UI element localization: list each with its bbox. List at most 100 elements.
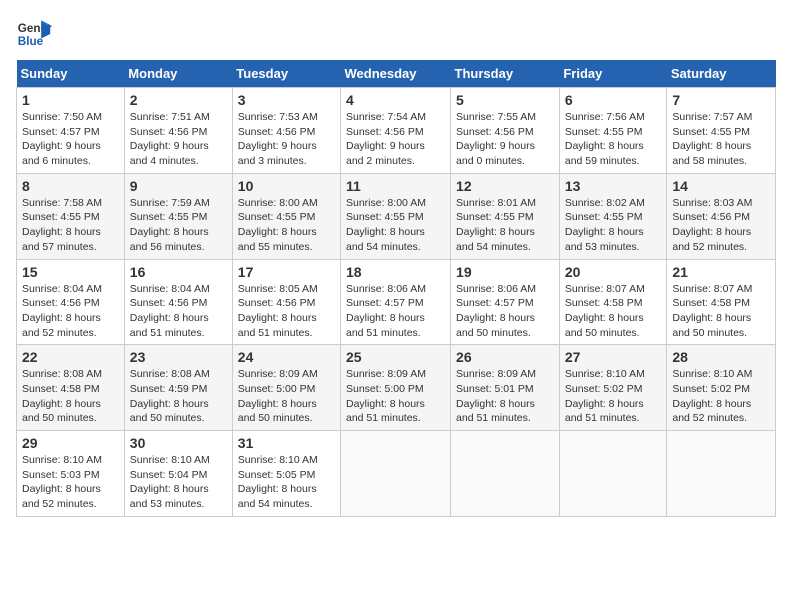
- calendar-cell: 27 Sunrise: 8:10 AMSunset: 5:02 PMDaylig…: [559, 345, 667, 431]
- day-number: 12: [456, 178, 554, 194]
- day-number: 18: [346, 264, 445, 280]
- calendar-week-row: 1 Sunrise: 7:50 AMSunset: 4:57 PMDayligh…: [17, 88, 776, 174]
- day-detail: Sunrise: 8:07 AMSunset: 4:58 PMDaylight:…: [672, 282, 770, 341]
- calendar-cell: [451, 431, 560, 517]
- logo: General Blue: [16, 16, 52, 52]
- day-number: 21: [672, 264, 770, 280]
- day-number: 2: [130, 92, 227, 108]
- day-detail: Sunrise: 8:10 AMSunset: 5:03 PMDaylight:…: [22, 453, 119, 512]
- calendar-cell: 20 Sunrise: 8:07 AMSunset: 4:58 PMDaylig…: [559, 259, 667, 345]
- day-detail: Sunrise: 7:55 AMSunset: 4:56 PMDaylight:…: [456, 110, 554, 169]
- day-number: 26: [456, 349, 554, 365]
- calendar-cell: 22 Sunrise: 8:08 AMSunset: 4:58 PMDaylig…: [17, 345, 125, 431]
- calendar-cell: 28 Sunrise: 8:10 AMSunset: 5:02 PMDaylig…: [667, 345, 776, 431]
- calendar-cell: 12 Sunrise: 8:01 AMSunset: 4:55 PMDaylig…: [451, 173, 560, 259]
- day-number: 16: [130, 264, 227, 280]
- day-number: 5: [456, 92, 554, 108]
- day-number: 31: [238, 435, 335, 451]
- day-number: 4: [346, 92, 445, 108]
- day-detail: Sunrise: 7:58 AMSunset: 4:55 PMDaylight:…: [22, 196, 119, 255]
- calendar-cell: [559, 431, 667, 517]
- calendar-cell: 24 Sunrise: 8:09 AMSunset: 5:00 PMDaylig…: [232, 345, 340, 431]
- day-number: 7: [672, 92, 770, 108]
- calendar-cell: [341, 431, 451, 517]
- calendar-cell: 25 Sunrise: 8:09 AMSunset: 5:00 PMDaylig…: [341, 345, 451, 431]
- column-header-wednesday: Wednesday: [341, 60, 451, 88]
- day-detail: Sunrise: 8:08 AMSunset: 4:59 PMDaylight:…: [130, 367, 227, 426]
- logo-icon: General Blue: [16, 16, 52, 52]
- calendar-cell: 18 Sunrise: 8:06 AMSunset: 4:57 PMDaylig…: [341, 259, 451, 345]
- day-detail: Sunrise: 8:01 AMSunset: 4:55 PMDaylight:…: [456, 196, 554, 255]
- day-detail: Sunrise: 8:07 AMSunset: 4:58 PMDaylight:…: [565, 282, 662, 341]
- day-detail: Sunrise: 8:08 AMSunset: 4:58 PMDaylight:…: [22, 367, 119, 426]
- day-number: 29: [22, 435, 119, 451]
- calendar-cell: 3 Sunrise: 7:53 AMSunset: 4:56 PMDayligh…: [232, 88, 340, 174]
- column-header-thursday: Thursday: [451, 60, 560, 88]
- calendar-cell: 16 Sunrise: 8:04 AMSunset: 4:56 PMDaylig…: [124, 259, 232, 345]
- day-number: 1: [22, 92, 119, 108]
- day-number: 30: [130, 435, 227, 451]
- day-number: 17: [238, 264, 335, 280]
- day-detail: Sunrise: 8:03 AMSunset: 4:56 PMDaylight:…: [672, 196, 770, 255]
- day-detail: Sunrise: 7:59 AMSunset: 4:55 PMDaylight:…: [130, 196, 227, 255]
- day-detail: Sunrise: 8:09 AMSunset: 5:00 PMDaylight:…: [346, 367, 445, 426]
- day-detail: Sunrise: 8:10 AMSunset: 5:04 PMDaylight:…: [130, 453, 227, 512]
- calendar-cell: 23 Sunrise: 8:08 AMSunset: 4:59 PMDaylig…: [124, 345, 232, 431]
- day-detail: Sunrise: 8:10 AMSunset: 5:05 PMDaylight:…: [238, 453, 335, 512]
- calendar-header-row: SundayMondayTuesdayWednesdayThursdayFrid…: [17, 60, 776, 88]
- day-detail: Sunrise: 7:56 AMSunset: 4:55 PMDaylight:…: [565, 110, 662, 169]
- day-number: 6: [565, 92, 662, 108]
- day-detail: Sunrise: 8:09 AMSunset: 5:01 PMDaylight:…: [456, 367, 554, 426]
- day-number: 25: [346, 349, 445, 365]
- day-detail: Sunrise: 7:54 AMSunset: 4:56 PMDaylight:…: [346, 110, 445, 169]
- day-detail: Sunrise: 8:06 AMSunset: 4:57 PMDaylight:…: [456, 282, 554, 341]
- calendar-cell: 9 Sunrise: 7:59 AMSunset: 4:55 PMDayligh…: [124, 173, 232, 259]
- day-detail: Sunrise: 7:50 AMSunset: 4:57 PMDaylight:…: [22, 110, 119, 169]
- calendar-cell: 5 Sunrise: 7:55 AMSunset: 4:56 PMDayligh…: [451, 88, 560, 174]
- calendar-cell: 2 Sunrise: 7:51 AMSunset: 4:56 PMDayligh…: [124, 88, 232, 174]
- day-detail: Sunrise: 8:04 AMSunset: 4:56 PMDaylight:…: [130, 282, 227, 341]
- day-detail: Sunrise: 8:09 AMSunset: 5:00 PMDaylight:…: [238, 367, 335, 426]
- day-detail: Sunrise: 8:10 AMSunset: 5:02 PMDaylight:…: [672, 367, 770, 426]
- calendar-cell: 19 Sunrise: 8:06 AMSunset: 4:57 PMDaylig…: [451, 259, 560, 345]
- column-header-saturday: Saturday: [667, 60, 776, 88]
- day-detail: Sunrise: 8:02 AMSunset: 4:55 PMDaylight:…: [565, 196, 662, 255]
- column-header-friday: Friday: [559, 60, 667, 88]
- calendar-cell: 30 Sunrise: 8:10 AMSunset: 5:04 PMDaylig…: [124, 431, 232, 517]
- day-number: 14: [672, 178, 770, 194]
- svg-text:Blue: Blue: [18, 35, 44, 48]
- calendar-cell: 1 Sunrise: 7:50 AMSunset: 4:57 PMDayligh…: [17, 88, 125, 174]
- day-detail: Sunrise: 8:05 AMSunset: 4:56 PMDaylight:…: [238, 282, 335, 341]
- calendar-cell: 29 Sunrise: 8:10 AMSunset: 5:03 PMDaylig…: [17, 431, 125, 517]
- calendar-table: SundayMondayTuesdayWednesdayThursdayFrid…: [16, 60, 776, 517]
- day-detail: Sunrise: 8:00 AMSunset: 4:55 PMDaylight:…: [238, 196, 335, 255]
- calendar-cell: 14 Sunrise: 8:03 AMSunset: 4:56 PMDaylig…: [667, 173, 776, 259]
- day-detail: Sunrise: 8:10 AMSunset: 5:02 PMDaylight:…: [565, 367, 662, 426]
- calendar-cell: 15 Sunrise: 8:04 AMSunset: 4:56 PMDaylig…: [17, 259, 125, 345]
- column-header-tuesday: Tuesday: [232, 60, 340, 88]
- calendar-cell: 10 Sunrise: 8:00 AMSunset: 4:55 PMDaylig…: [232, 173, 340, 259]
- day-number: 3: [238, 92, 335, 108]
- day-number: 9: [130, 178, 227, 194]
- calendar-cell: 31 Sunrise: 8:10 AMSunset: 5:05 PMDaylig…: [232, 431, 340, 517]
- calendar-cell: 13 Sunrise: 8:02 AMSunset: 4:55 PMDaylig…: [559, 173, 667, 259]
- day-number: 24: [238, 349, 335, 365]
- day-detail: Sunrise: 7:51 AMSunset: 4:56 PMDaylight:…: [130, 110, 227, 169]
- column-header-monday: Monday: [124, 60, 232, 88]
- day-number: 19: [456, 264, 554, 280]
- header: General Blue: [16, 16, 776, 52]
- calendar-cell: 17 Sunrise: 8:05 AMSunset: 4:56 PMDaylig…: [232, 259, 340, 345]
- day-number: 15: [22, 264, 119, 280]
- day-detail: Sunrise: 8:04 AMSunset: 4:56 PMDaylight:…: [22, 282, 119, 341]
- day-detail: Sunrise: 7:53 AMSunset: 4:56 PMDaylight:…: [238, 110, 335, 169]
- calendar-cell: 26 Sunrise: 8:09 AMSunset: 5:01 PMDaylig…: [451, 345, 560, 431]
- calendar-cell: 4 Sunrise: 7:54 AMSunset: 4:56 PMDayligh…: [341, 88, 451, 174]
- calendar-cell: 8 Sunrise: 7:58 AMSunset: 4:55 PMDayligh…: [17, 173, 125, 259]
- day-number: 22: [22, 349, 119, 365]
- calendar-week-row: 8 Sunrise: 7:58 AMSunset: 4:55 PMDayligh…: [17, 173, 776, 259]
- calendar-cell: 21 Sunrise: 8:07 AMSunset: 4:58 PMDaylig…: [667, 259, 776, 345]
- day-number: 13: [565, 178, 662, 194]
- calendar-week-row: 22 Sunrise: 8:08 AMSunset: 4:58 PMDaylig…: [17, 345, 776, 431]
- day-detail: Sunrise: 7:57 AMSunset: 4:55 PMDaylight:…: [672, 110, 770, 169]
- calendar-week-row: 29 Sunrise: 8:10 AMSunset: 5:03 PMDaylig…: [17, 431, 776, 517]
